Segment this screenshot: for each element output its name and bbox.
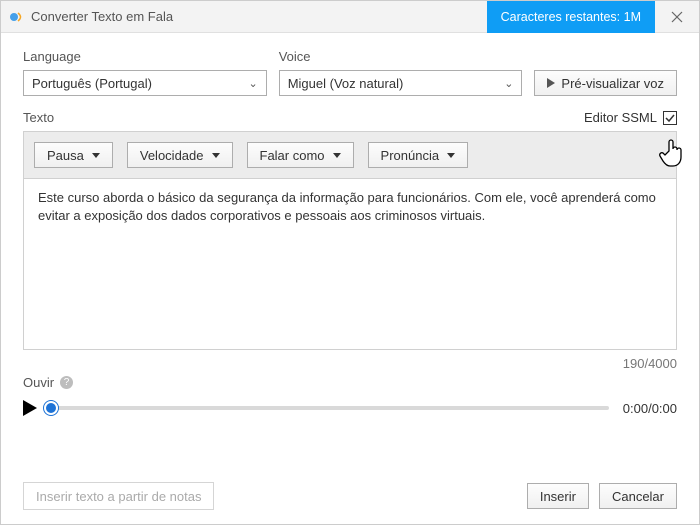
caret-down-icon bbox=[447, 153, 455, 158]
preview-voice-label: Pré-visualizar voz bbox=[561, 76, 664, 91]
preview-voice-button[interactable]: Pré-visualizar voz bbox=[534, 70, 677, 96]
timecode: 0:00/0:00 bbox=[623, 401, 677, 416]
insert-label: Inserir bbox=[540, 489, 576, 504]
close-button[interactable] bbox=[655, 1, 699, 33]
cancel-label: Cancelar bbox=[612, 489, 664, 504]
help-icon[interactable]: ? bbox=[60, 376, 73, 389]
char-counter: 190/4000 bbox=[23, 356, 677, 371]
ssml-editor-toggle[interactable]: Editor SSML bbox=[584, 110, 677, 125]
ssml-toolbar: Pausa Velocidade Falar como Pronúncia bbox=[23, 131, 677, 178]
texto-label: Texto bbox=[23, 110, 54, 125]
velocidade-dropdown[interactable]: Velocidade bbox=[127, 142, 233, 168]
audio-player: 0:00/0:00 bbox=[23, 400, 677, 416]
window-title: Converter Texto em Fala bbox=[31, 9, 173, 24]
chevron-down-icon: ⌄ bbox=[504, 77, 513, 90]
chars-remaining-badge: Caracteres restantes: 1M bbox=[487, 1, 655, 33]
chevron-down-icon: ⌄ bbox=[248, 77, 257, 90]
language-select[interactable]: Português (Portugal) ⌄ bbox=[23, 70, 267, 96]
ouvir-label: Ouvir bbox=[23, 375, 54, 390]
caret-down-icon bbox=[92, 153, 100, 158]
play-button[interactable] bbox=[23, 400, 37, 416]
velocidade-label: Velocidade bbox=[140, 148, 204, 163]
voice-label: Voice bbox=[279, 49, 523, 64]
language-label: Language bbox=[23, 49, 267, 64]
seek-slider[interactable] bbox=[51, 406, 609, 410]
dialog-content: Language Português (Portugal) ⌄ Voice Mi… bbox=[1, 33, 699, 524]
titlebar: Converter Texto em Fala Caracteres resta… bbox=[1, 1, 699, 33]
play-icon bbox=[547, 78, 555, 88]
pausa-label: Pausa bbox=[47, 148, 84, 163]
close-icon bbox=[671, 11, 683, 23]
insert-from-notes-label: Inserir texto a partir de notas bbox=[36, 489, 201, 504]
app-icon bbox=[9, 9, 25, 25]
cancel-button[interactable]: Cancelar bbox=[599, 483, 677, 509]
pausa-dropdown[interactable]: Pausa bbox=[34, 142, 113, 168]
pronuncia-label: Pronúncia bbox=[381, 148, 440, 163]
insert-from-notes-button[interactable]: Inserir texto a partir de notas bbox=[23, 482, 214, 510]
seek-thumb[interactable] bbox=[44, 401, 58, 415]
check-icon bbox=[665, 113, 675, 123]
falar-como-dropdown[interactable]: Falar como bbox=[247, 142, 354, 168]
insert-button[interactable]: Inserir bbox=[527, 483, 589, 509]
dialog-window: Converter Texto em Fala Caracteres resta… bbox=[0, 0, 700, 525]
ssml-editor-label: Editor SSML bbox=[584, 110, 657, 125]
voice-select-value: Miguel (Voz natural) bbox=[288, 76, 404, 91]
caret-down-icon bbox=[333, 153, 341, 158]
falar-como-label: Falar como bbox=[260, 148, 325, 163]
ssml-checkbox[interactable] bbox=[663, 111, 677, 125]
voice-select[interactable]: Miguel (Voz natural) ⌄ bbox=[279, 70, 523, 96]
play-icon bbox=[23, 400, 37, 416]
pronuncia-dropdown[interactable]: Pronúncia bbox=[368, 142, 469, 168]
text-input[interactable]: Este curso aborda o básico da segurança … bbox=[23, 178, 677, 350]
caret-down-icon bbox=[212, 153, 220, 158]
language-select-value: Português (Portugal) bbox=[32, 76, 152, 91]
